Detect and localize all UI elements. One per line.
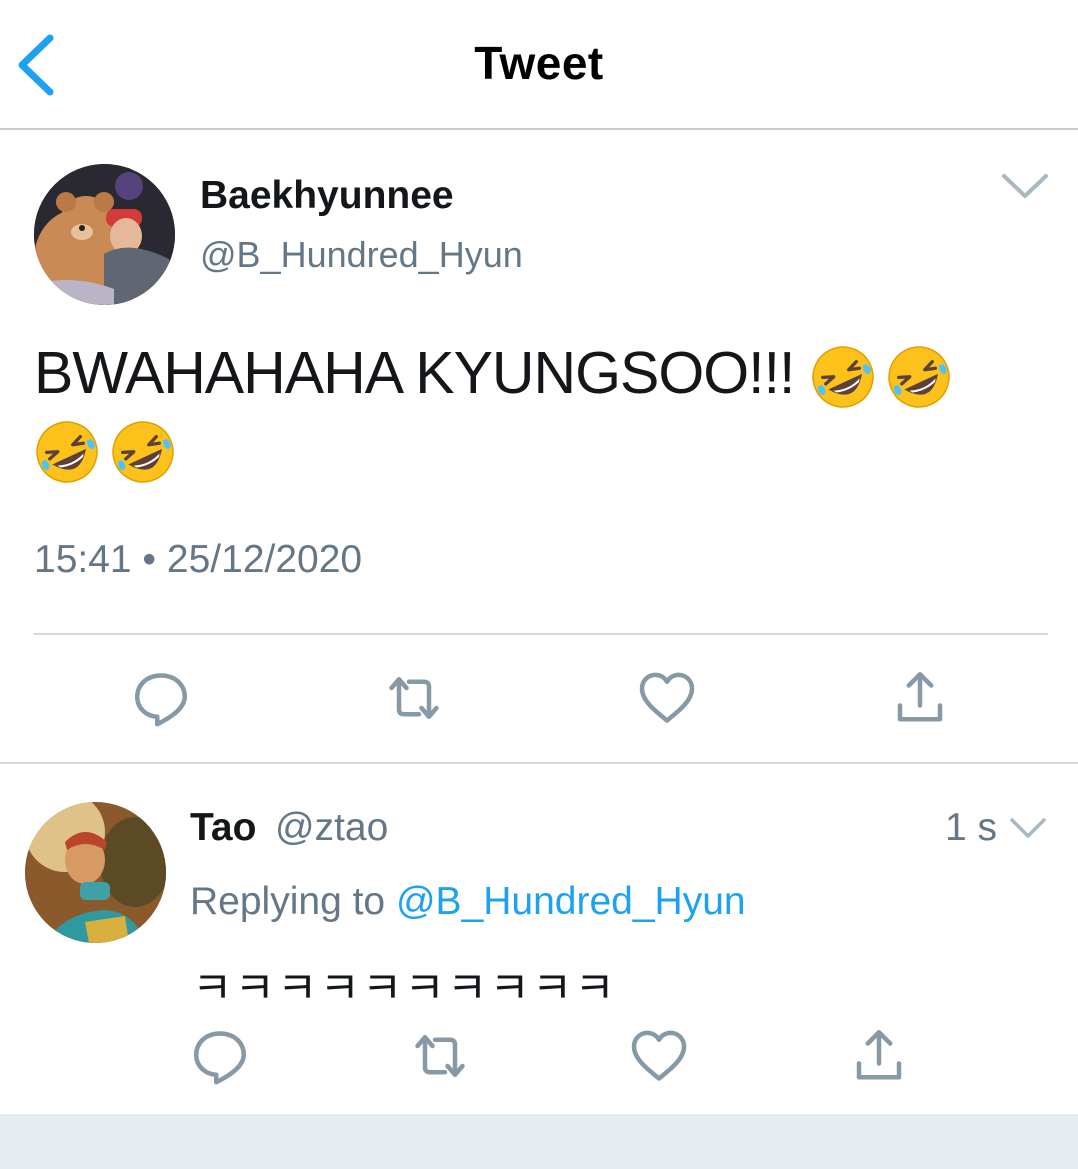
reply-text: ㅋㅋㅋㅋㅋㅋㅋㅋㅋㅋ (192, 964, 617, 1013)
reply-timestamp: 1 s (945, 806, 998, 849)
rolling-on-floor-laughing-icon (886, 344, 952, 410)
tweet-text: BWAHAHAHA KYUNGSOO!!! (34, 336, 1034, 485)
bottom-bar (0, 1114, 1078, 1169)
share-icon[interactable] (849, 1026, 909, 1086)
page-title: Tweet (474, 37, 604, 89)
avatar[interactable] (25, 802, 166, 943)
chevron-down-icon[interactable] (998, 166, 1052, 206)
divider (34, 633, 1048, 635)
like-icon[interactable] (629, 1026, 689, 1086)
divider (0, 762, 1078, 764)
avatar[interactable] (34, 164, 175, 305)
replying-to-label: Replying to (190, 880, 386, 923)
like-icon[interactable] (637, 668, 697, 728)
replying-to: Replying to @B_Hundred_Hyun (190, 880, 746, 924)
reply-user-handle[interactable]: @ztao (275, 806, 388, 850)
display-name[interactable]: Baekhyunnee (200, 174, 454, 218)
chevron-down-icon[interactable] (1008, 812, 1048, 844)
reply-display-name[interactable]: Tao (190, 806, 256, 850)
retweet-icon[interactable] (410, 1026, 470, 1086)
avatar-image (25, 802, 166, 943)
tweet-text-content: BWAHAHAHA KYUNGSOO!!! (34, 340, 795, 406)
avatar-image (34, 164, 175, 305)
tweet-timestamp[interactable]: 15:41 • 25/12/2020 (34, 538, 362, 582)
rolling-on-floor-laughing-icon (810, 344, 876, 410)
share-icon[interactable] (890, 668, 950, 728)
rolling-on-floor-laughing-icon (34, 419, 100, 485)
reply-icon[interactable] (190, 1026, 250, 1086)
user-handle[interactable]: @B_Hundred_Hyun (200, 234, 523, 276)
reply-icon[interactable] (131, 668, 191, 728)
replying-to-link[interactable]: @B_Hundred_Hyun (396, 880, 746, 923)
rolling-on-floor-laughing-icon (110, 419, 176, 485)
retweet-icon[interactable] (384, 668, 444, 728)
